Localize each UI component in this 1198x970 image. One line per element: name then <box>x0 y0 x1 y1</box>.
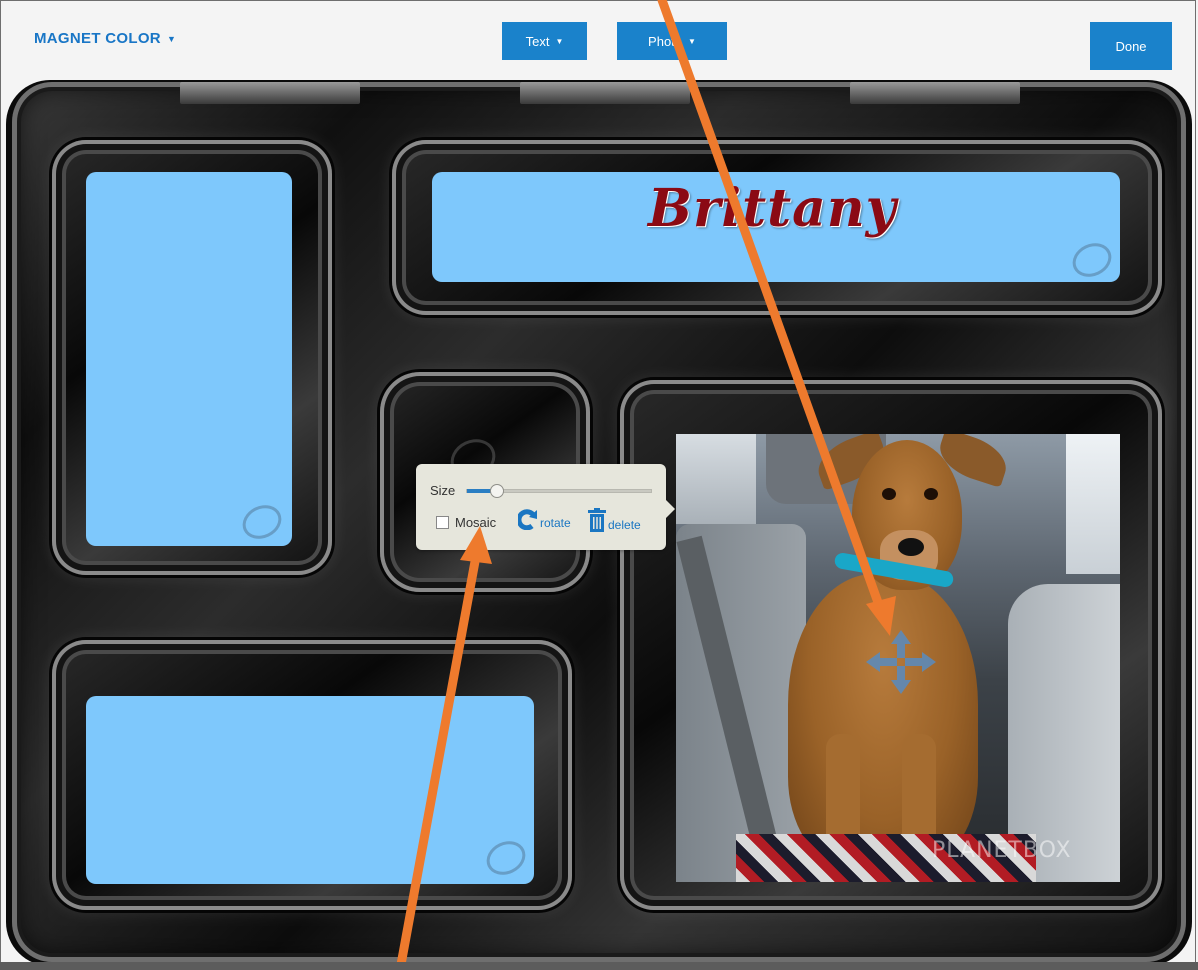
caret-down-icon: ▼ <box>555 36 564 46</box>
lid-latch <box>180 82 360 104</box>
planet-logo-icon <box>237 499 287 545</box>
trash-icon <box>588 508 606 532</box>
lid-latch <box>850 82 1020 104</box>
car-window <box>1066 434 1120 574</box>
planet-logo-icon <box>1067 237 1117 283</box>
magnet-bottom[interactable] <box>86 696 534 884</box>
size-slider-thumb[interactable] <box>490 484 505 498</box>
photo-button[interactable]: Photo ▼ <box>617 22 727 60</box>
move-arrows-icon[interactable] <box>866 630 936 694</box>
mosaic-checkbox-box[interactable] <box>436 516 449 529</box>
planet-logo-icon <box>481 835 531 881</box>
name-text-element[interactable]: Brittany <box>648 178 897 239</box>
size-slider[interactable] <box>466 484 652 498</box>
done-button[interactable]: Done <box>1090 22 1172 70</box>
rotate-icon <box>518 509 537 530</box>
dog-eye <box>924 488 938 500</box>
rotate-button[interactable]: rotate <box>518 508 571 530</box>
lid-latch <box>520 82 690 104</box>
done-button-label: Done <box>1115 38 1147 54</box>
caret-down-icon: ▼ <box>688 36 696 46</box>
magnet-color-dropdown[interactable]: MAGNET COLOR ▼ <box>34 30 176 47</box>
rotate-label: rotate <box>540 516 571 530</box>
dog-nose <box>898 538 924 556</box>
delete-button[interactable]: delete <box>588 508 641 532</box>
magnet-color-label: MAGNET COLOR <box>34 30 161 47</box>
magnet-left[interactable] <box>86 172 292 546</box>
text-button-label: Text <box>525 33 550 49</box>
mosaic-checkbox[interactable]: Mosaic <box>436 515 496 530</box>
photo-watermark: PLANETBOX <box>932 838 1072 863</box>
photo-tools-popup: Size Mosaic rotate delete <box>416 464 675 550</box>
photo-button-label: Photo <box>648 33 683 49</box>
dog-body <box>788 574 978 864</box>
frame-bottom-edge <box>0 962 1198 970</box>
text-button[interactable]: Text ▼ <box>502 22 587 60</box>
size-label: Size <box>430 483 456 498</box>
car-window <box>676 434 756 524</box>
caret-down-icon: ▼ <box>166 33 177 44</box>
delete-label: delete <box>608 518 641 532</box>
dog-eye <box>882 488 896 500</box>
mosaic-label: Mosaic <box>455 515 497 530</box>
